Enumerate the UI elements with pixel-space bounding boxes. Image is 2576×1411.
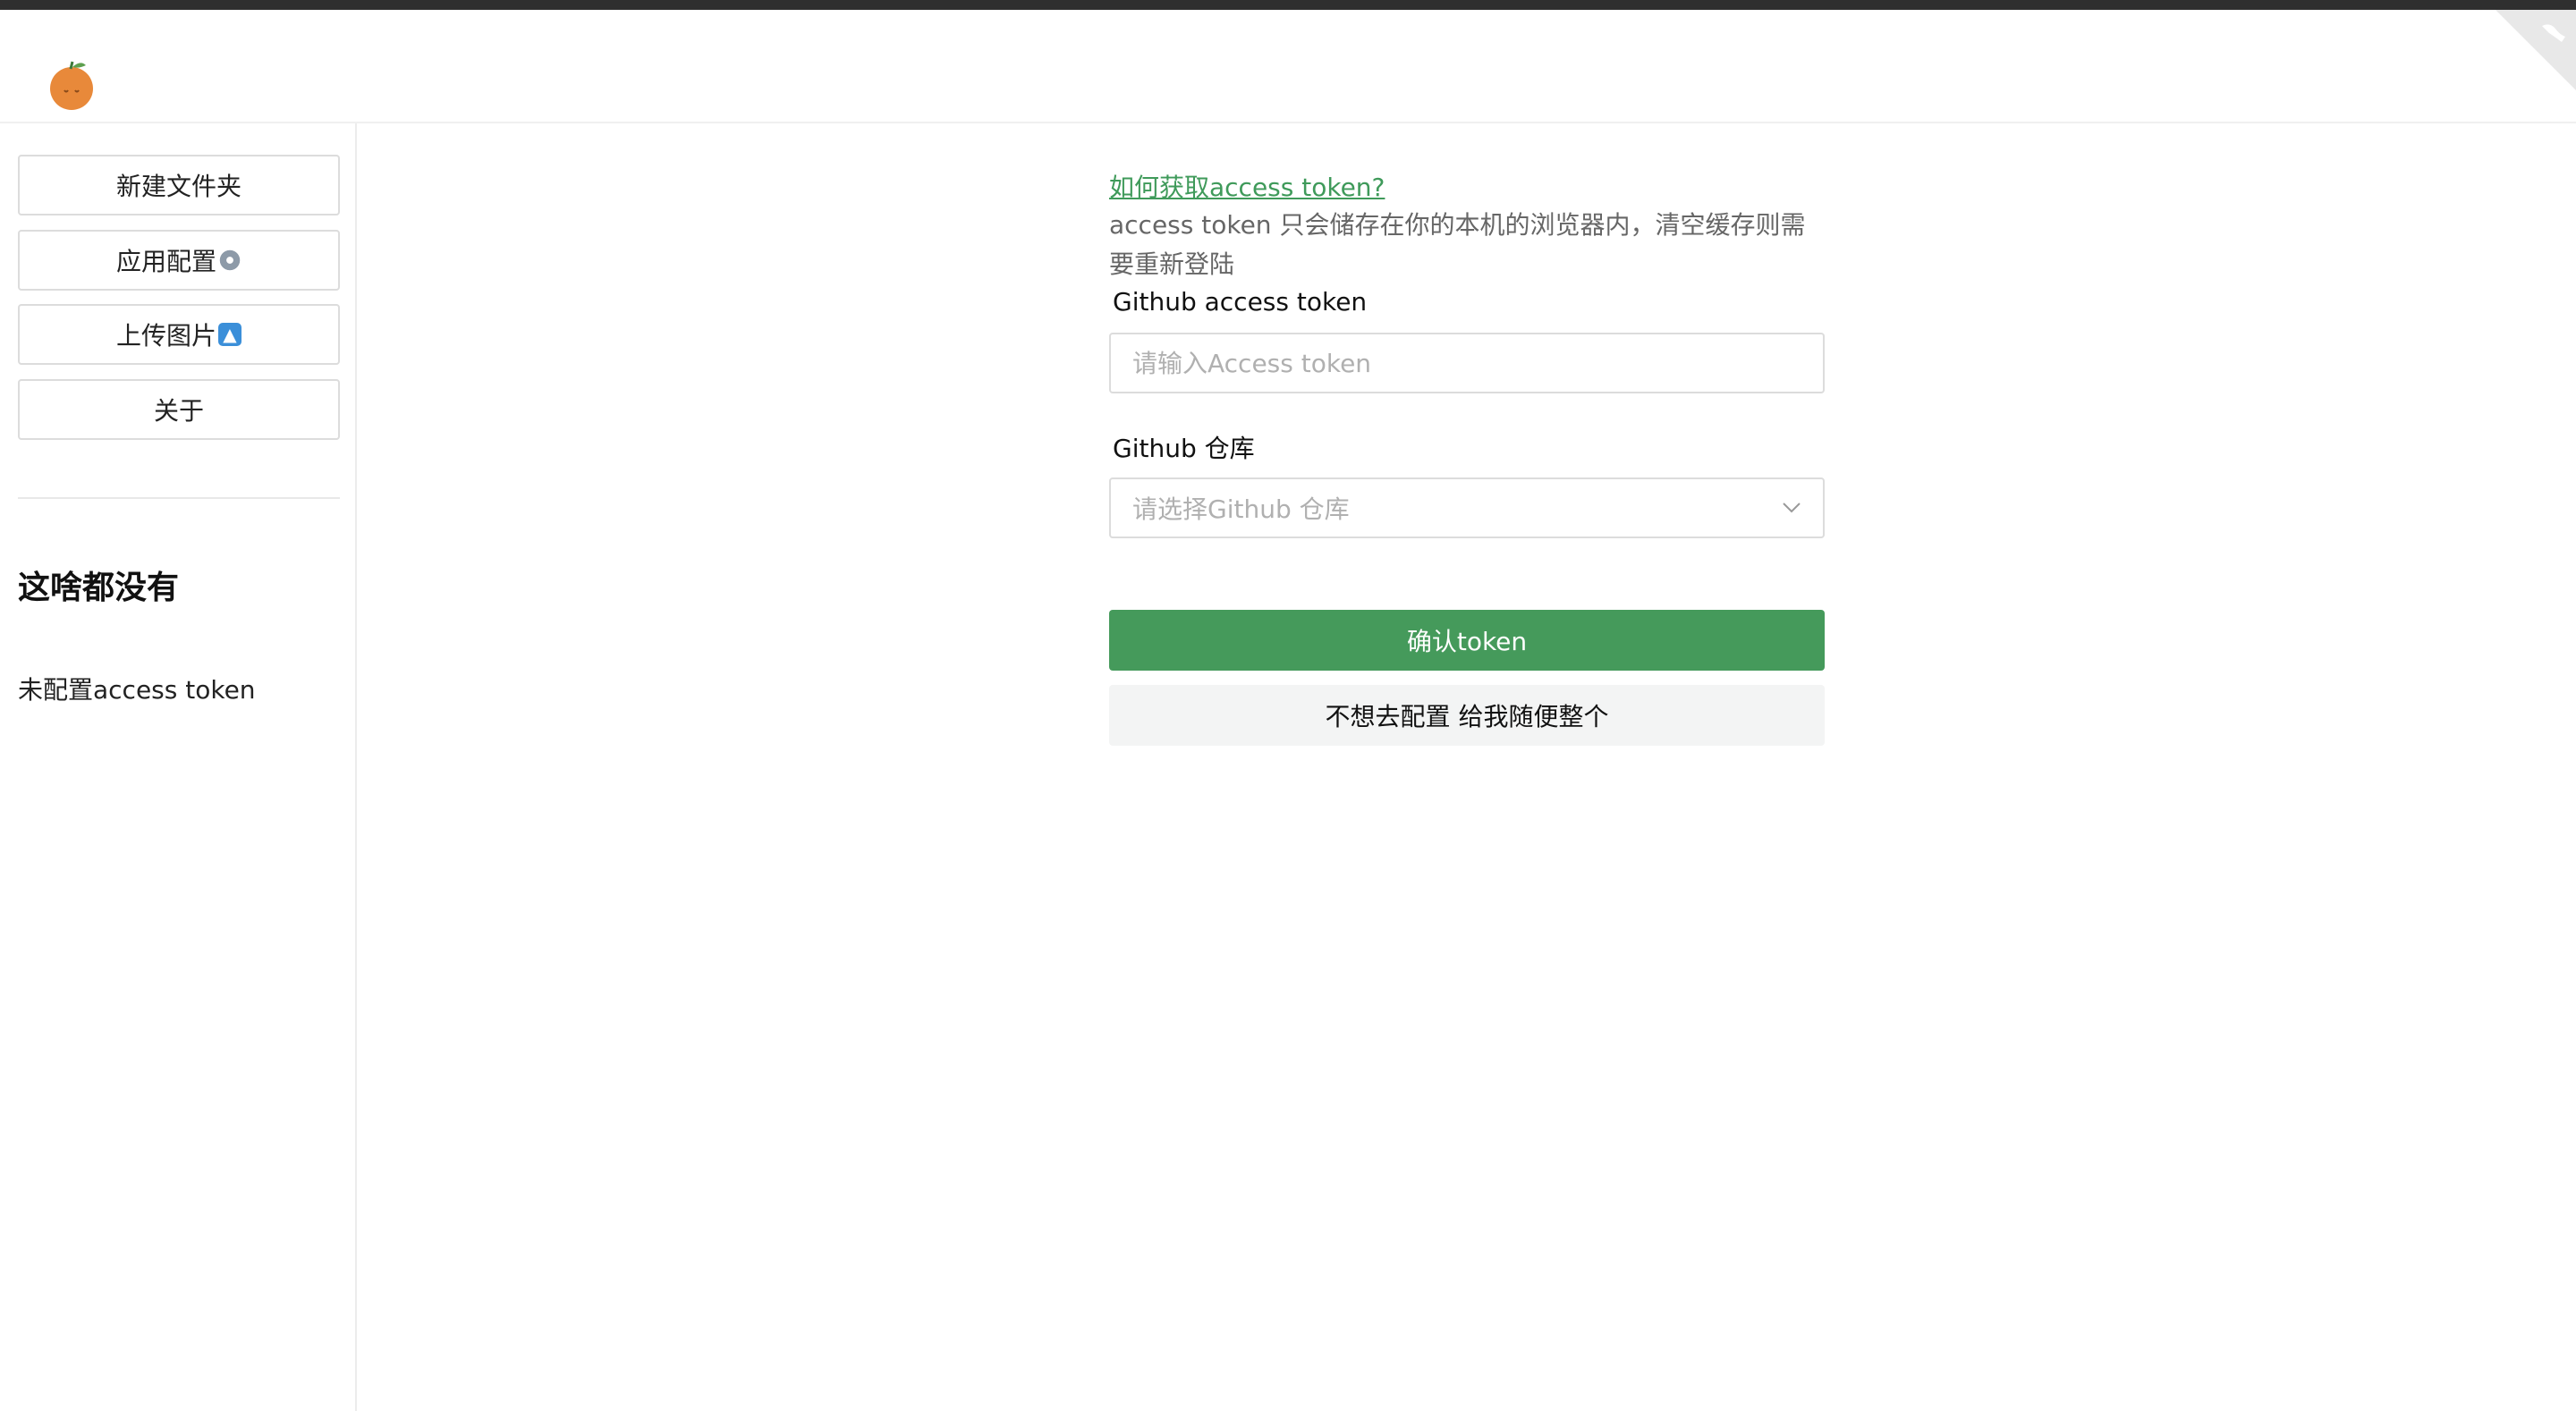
help-description: access token 只会储存在你的本机的浏览器内，清空缓存则需要重新登陆 [1109,210,1806,279]
new-folder-button[interactable]: 新建文件夹 [18,155,340,215]
empty-state-note: 未配置access token [18,675,256,705]
confirm-token-button[interactable]: 确认token [1109,610,1825,671]
upload-arrow-icon: ▲ [218,323,242,346]
help-link[interactable]: 如何获取access token? [1109,170,1825,206]
sidebar-divider [18,497,340,499]
app-settings-button[interactable]: 应用配置 [18,230,340,291]
skip-config-label: 不想去配置 给我随便整个 [1325,702,1609,731]
skip-config-button[interactable]: 不想去配置 给我随便整个 [1109,685,1825,746]
token-input[interactable] [1109,333,1825,393]
github-corner-icon[interactable] [2496,10,2576,90]
header [0,10,2576,123]
repo-select[interactable]: 请选择Github 仓库 [1109,477,1825,538]
repo-select-placeholder: 请选择Github 仓库 [1132,494,1350,524]
gear-icon [218,249,242,272]
about-button[interactable]: 关于 [18,379,340,440]
upload-image-button[interactable]: 上传图片 ▲ [18,304,340,365]
about-label: 关于 [153,396,204,426]
new-folder-label: 新建文件夹 [115,172,242,201]
token-label: Github access token [1113,287,1368,317]
upload-image-label: 上传图片 [115,321,216,351]
sidebar: 新建文件夹 应用配置 上传图片 ▲ 关于 这啥都没有 未配置access tok… [0,123,357,1411]
confirm-token-label: 确认token [1406,627,1528,656]
app-settings-label: 应用配置 [115,247,216,276]
token-form: 如何获取access token? access token 只会储存在你的本机… [1109,170,1825,746]
empty-state-title: 这啥都没有 [18,570,180,606]
orange-logo-icon[interactable] [47,56,97,112]
top-bar [0,0,2576,10]
chevron-down-icon [1783,503,1801,513]
repo-label: Github 仓库 [1113,434,1255,463]
